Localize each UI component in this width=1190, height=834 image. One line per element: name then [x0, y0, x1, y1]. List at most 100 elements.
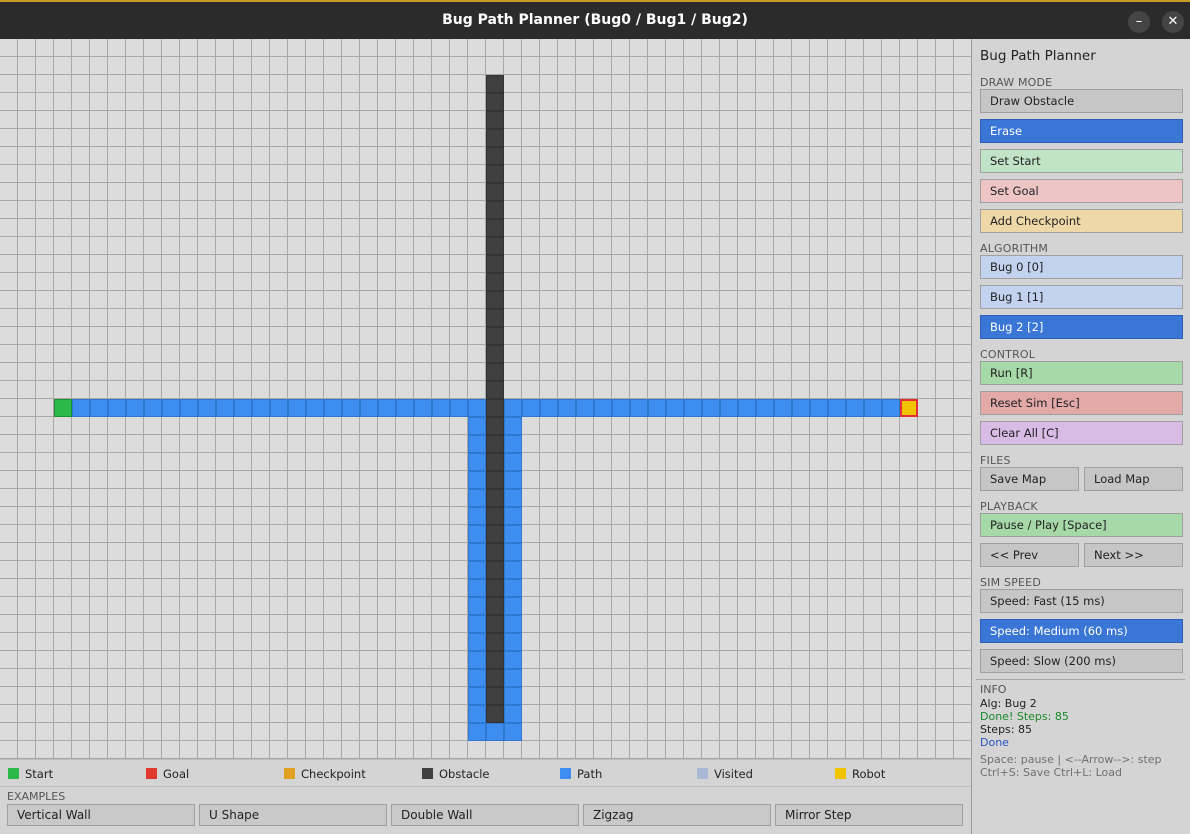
bug0-button[interactable]: Bug 0 [0] — [980, 255, 1183, 279]
path-cell — [468, 507, 486, 525]
path-cell — [828, 399, 846, 417]
path-cell — [486, 723, 504, 741]
path-cell — [342, 399, 360, 417]
path-cell — [432, 399, 450, 417]
legend-checkpoint: Checkpoint — [284, 767, 366, 781]
info-hint-playback: Space: pause | <--Arrow-->: step — [980, 753, 1162, 766]
path-cell — [504, 561, 522, 579]
set-start-button[interactable]: Set Start — [980, 149, 1183, 173]
obstacle-cell — [486, 399, 504, 417]
path-cell — [684, 399, 702, 417]
example-vertical-wall-button[interactable]: Vertical Wall — [7, 804, 195, 826]
example-u-shape-button[interactable]: U Shape — [199, 804, 387, 826]
prev-step-button[interactable]: << Prev — [980, 543, 1079, 567]
obstacle-cell — [486, 561, 504, 579]
path-cell — [792, 399, 810, 417]
path-cell — [504, 579, 522, 597]
obstacle-cell — [486, 669, 504, 687]
clear-all-button[interactable]: Clear All [C] — [980, 421, 1183, 445]
path-cell — [504, 435, 522, 453]
legend-goal-swatch — [146, 768, 157, 779]
path-cell — [468, 399, 486, 417]
window-title: Bug Path Planner (Bug0 / Bug1 / Bug2) — [442, 12, 748, 28]
path-cell — [234, 399, 252, 417]
path-cell — [414, 399, 432, 417]
path-cell — [468, 579, 486, 597]
grid-canvas[interactable] — [0, 39, 971, 759]
bug1-button[interactable]: Bug 1 [1] — [980, 285, 1183, 309]
legend-obstacle-label: Obstacle — [439, 767, 490, 781]
path-cell — [504, 669, 522, 687]
speed-slow-button[interactable]: Speed: Slow (200 ms) — [980, 649, 1183, 673]
legend-path: Path — [560, 767, 602, 781]
path-cell — [468, 435, 486, 453]
obstacle-cell — [486, 507, 504, 525]
obstacle-cell — [486, 273, 504, 291]
legend-start-swatch — [8, 768, 19, 779]
legend-robot: Robot — [835, 767, 885, 781]
run-button[interactable]: Run [R] — [980, 361, 1183, 385]
path-cell — [702, 399, 720, 417]
path-cell — [468, 453, 486, 471]
path-cell — [90, 399, 108, 417]
save-map-button[interactable]: Save Map — [980, 467, 1079, 491]
control-header: CONTROL — [980, 348, 1036, 361]
obstacle-cell — [486, 255, 504, 273]
path-cell — [162, 399, 180, 417]
legend-visited: Visited — [697, 767, 753, 781]
obstacle-cell — [486, 93, 504, 111]
example-double-wall-button[interactable]: Double Wall — [391, 804, 579, 826]
obstacle-cell — [486, 471, 504, 489]
path-cell — [468, 723, 486, 741]
speed-fast-button[interactable]: Speed: Fast (15 ms) — [980, 589, 1183, 613]
example-zigzag-button[interactable]: Zigzag — [583, 804, 771, 826]
reset-sim-button[interactable]: Reset Sim [Esc] — [980, 391, 1183, 415]
title-bar: Bug Path Planner (Bug0 / Bug1 / Bug2) – … — [0, 0, 1190, 39]
obstacle-cell — [486, 435, 504, 453]
path-cell — [144, 399, 162, 417]
path-cell — [252, 399, 270, 417]
next-step-button[interactable]: Next >> — [1084, 543, 1183, 567]
minimize-button[interactable]: – — [1128, 11, 1150, 33]
path-cell — [612, 399, 630, 417]
path-cell — [108, 399, 126, 417]
obstacle-cell — [486, 237, 504, 255]
path-cell — [504, 651, 522, 669]
path-cell — [504, 615, 522, 633]
path-cell — [738, 399, 756, 417]
obstacle-cell — [486, 651, 504, 669]
start-cell — [54, 399, 72, 417]
set-goal-button[interactable]: Set Goal — [980, 179, 1183, 203]
example-mirror-step-button[interactable]: Mirror Step — [775, 804, 963, 826]
obstacle-cell — [486, 201, 504, 219]
info-algorithm: Alg: Bug 2 — [980, 697, 1037, 710]
path-cell — [630, 399, 648, 417]
close-button[interactable]: ✕ — [1162, 11, 1184, 33]
legend-robot-label: Robot — [852, 767, 886, 781]
obstacle-cell — [486, 687, 504, 705]
obstacle-cell — [486, 453, 504, 471]
legend-obstacle-swatch — [422, 768, 433, 779]
pause-play-button[interactable]: Pause / Play [Space] — [980, 513, 1183, 537]
legend-bar: Start Goal Checkpoint Obstacle Path Visi… — [0, 759, 971, 786]
draw-obstacle-button[interactable]: Draw Obstacle — [980, 89, 1183, 113]
load-map-button[interactable]: Load Map — [1084, 467, 1183, 491]
path-cell — [396, 399, 414, 417]
path-cell — [468, 561, 486, 579]
path-cell — [504, 723, 522, 741]
obstacle-cell — [486, 219, 504, 237]
legend-start: Start — [8, 767, 53, 781]
obstacle-cell — [486, 165, 504, 183]
legend-checkpoint-label: Checkpoint — [301, 767, 366, 781]
obstacle-cell — [486, 489, 504, 507]
info-divider — [976, 679, 1185, 680]
legend-path-swatch — [560, 768, 571, 779]
erase-button[interactable]: Erase — [980, 119, 1183, 143]
add-checkpoint-button[interactable]: Add Checkpoint — [980, 209, 1183, 233]
path-cell — [306, 399, 324, 417]
bug2-button[interactable]: Bug 2 [2] — [980, 315, 1183, 339]
speed-medium-button[interactable]: Speed: Medium (60 ms) — [980, 619, 1183, 643]
path-cell — [720, 399, 738, 417]
path-cell — [504, 507, 522, 525]
files-header: FILES — [980, 454, 1011, 467]
